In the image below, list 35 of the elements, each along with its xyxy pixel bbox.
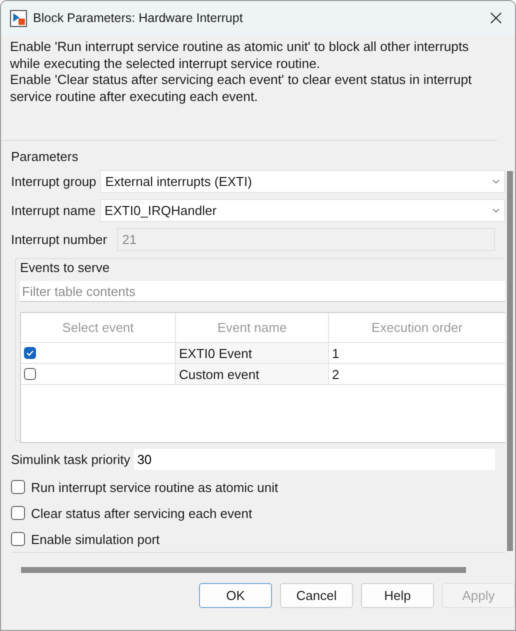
checkbox[interactable] [11,532,25,546]
field-label: Interrupt group [11,174,96,189]
table-cell: Custom event [176,364,329,384]
dropdown[interactable]: EXTI0_IRQHandler [100,199,505,222]
chevron-icon [492,208,500,213]
checkbox-label: Enable simulation port [31,532,160,546]
description-text: Enable 'Run interrupt service routine as atomic unit' to block all other interrupts while executing the selected interrupt service routine. [10,39,470,72]
group-title: Events to serve [20,259,111,277]
description-text: Enable 'Clear status after servicing each event' to clear event status in interrupt service routine after executing each event. [10,72,473,105]
dropdown[interactable]: External interrupts (EXTI) [100,170,505,193]
table-cell-text: 2 [331,366,340,384]
dialog-button[interactable]: OK [199,583,272,608]
checkbox[interactable] [11,506,25,520]
checkbox-label: Run interrupt service routine as atomic unit [31,480,278,494]
checkbox[interactable] [11,480,25,494]
field-label: Simulink task priority [11,452,130,467]
readonly-field: 21 [117,228,495,251]
priority-field[interactable]: 30 [134,449,495,470]
filter-field[interactable]: Filter table contents [20,281,505,302]
chevron-icon [492,179,500,184]
app-icon [10,10,27,26]
section-title: Parameters [11,149,80,166]
checkbox[interactable] [24,368,36,380]
table-cell: EXTI0 Event [176,343,329,363]
dialog-button[interactable]: Help [361,583,434,608]
table-cell-text: 1 [331,344,340,362]
checkbox[interactable] [24,347,36,359]
field-label: Interrupt number [11,232,108,247]
close-icon[interactable] [490,12,502,24]
window-title: Block Parameters: Hardware Interrupt [33,11,244,25]
scrollbar-thumb[interactable] [21,567,466,573]
checkbox-label: Clear status after servicing each event [31,506,252,520]
field-label: Interrupt name [11,203,96,218]
scrollbar-thumb[interactable] [507,171,513,551]
dialog-button[interactable]: Cancel [280,583,353,608]
